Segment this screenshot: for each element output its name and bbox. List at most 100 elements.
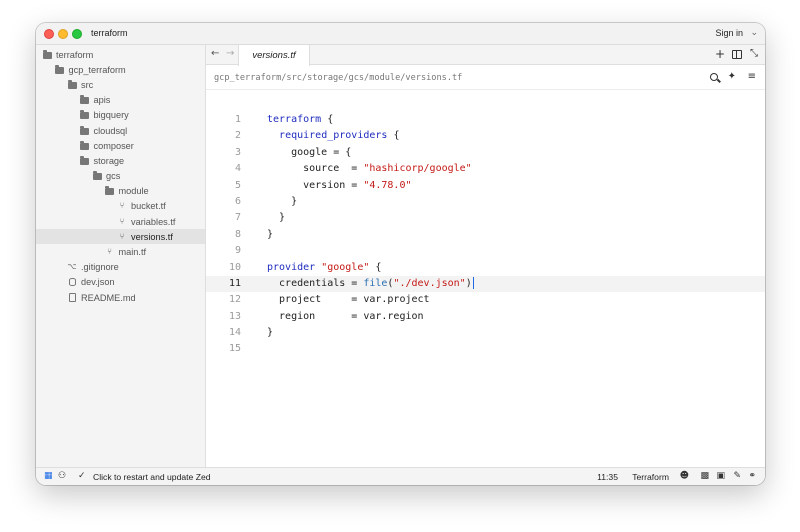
zoom-window-button[interactable] bbox=[72, 29, 82, 39]
code-token: "./dev.json" bbox=[393, 277, 466, 289]
code-token: terraform bbox=[267, 114, 322, 125]
line-number: 8 bbox=[234, 228, 241, 240]
code-line[interactable]: 3 google = { bbox=[206, 145, 765, 161]
code-text: google = { bbox=[267, 145, 351, 161]
sidebar-item-versions-tf[interactable]: ⑂ versions.tf bbox=[36, 229, 205, 245]
code-line[interactable]: 11 credentials = file("./dev.json") bbox=[206, 275, 765, 293]
code-text: } bbox=[267, 227, 273, 243]
close-window-button[interactable] bbox=[44, 29, 54, 39]
cursor-position[interactable]: 11:35 bbox=[597, 473, 618, 482]
sidebar-item-bucket-tf[interactable]: ⑂ bucket.tf bbox=[36, 199, 205, 214]
update-message[interactable]: Click to restart and update Zed bbox=[93, 473, 211, 482]
sidebar-item-label: storage bbox=[93, 155, 125, 166]
sidebar-item-label: gcp_terraform bbox=[68, 64, 126, 75]
split-pane-icon[interactable] bbox=[732, 50, 742, 59]
sidebar-item-label: composer bbox=[93, 140, 134, 151]
terminal-icon[interactable]: ▩ bbox=[700, 472, 709, 481]
sidebar-item-src[interactable]: src bbox=[36, 77, 205, 92]
sidebar-item-gcs[interactable]: gcs bbox=[36, 169, 205, 184]
code-line[interactable]: 14} bbox=[206, 325, 765, 341]
code-token: } bbox=[267, 327, 274, 339]
code-editor[interactable]: 1 terraform {2 required_providers {3 goog… bbox=[206, 112, 765, 358]
arrow-left-icon[interactable]: ← bbox=[211, 49, 219, 59]
code-line[interactable]: 9 bbox=[206, 243, 765, 259]
code-text: required_providers { bbox=[267, 128, 399, 144]
code-token: } bbox=[267, 212, 286, 224]
folder-icon bbox=[80, 95, 90, 105]
code-line[interactable]: 1 terraform { bbox=[206, 112, 765, 128]
project-panel-toggle-icon[interactable]: ▦ bbox=[44, 472, 53, 481]
chevron-down-icon[interactable]: ⌄ bbox=[750, 27, 758, 38]
language-selector[interactable]: Terraform bbox=[632, 473, 669, 482]
code-line[interactable]: 12 project = var.project bbox=[206, 292, 765, 308]
sidebar-item-apis[interactable]: apis bbox=[36, 93, 205, 108]
sidebar-item-main-tf[interactable]: ⑂ main.tf bbox=[36, 244, 205, 259]
line-number: 6 bbox=[234, 195, 241, 207]
sidebar-item-storage[interactable]: storage bbox=[36, 153, 205, 168]
code-line[interactable]: 5 version = "4.78.0" bbox=[206, 178, 765, 194]
chat-icon[interactable]: ✎ bbox=[733, 472, 741, 481]
git-file-icon: ⌥ bbox=[67, 262, 77, 272]
terraform-file-icon: ⑂ bbox=[119, 201, 125, 211]
code-text: } bbox=[267, 210, 285, 226]
line-number: 7 bbox=[234, 212, 241, 224]
expand-icon[interactable]: ⤡ bbox=[750, 49, 758, 59]
sidebar-item-module[interactable]: module bbox=[36, 184, 205, 199]
code-line[interactable]: 13 region = var.region bbox=[206, 309, 765, 325]
notification-icon[interactable]: ⚭ bbox=[748, 472, 756, 481]
folder-icon bbox=[80, 155, 90, 166]
line-number: 2 bbox=[234, 130, 241, 142]
minimize-window-button[interactable] bbox=[58, 29, 68, 39]
sidebar-item-dev-json[interactable]: dev.json bbox=[36, 275, 205, 290]
sidebar-item-variables-tf[interactable]: ⑂ variables.tf bbox=[36, 214, 205, 229]
sidebar-item-label: src bbox=[81, 79, 94, 90]
code-text: terraform { bbox=[267, 112, 333, 128]
folder-icon bbox=[55, 64, 65, 75]
code-line[interactable]: 6 } bbox=[206, 194, 765, 210]
sidebar-item-gcp-terraform[interactable]: gcp_terraform bbox=[36, 62, 205, 77]
terraform-file-icon: ⑂ bbox=[119, 216, 125, 226]
code-line[interactable]: 7 } bbox=[206, 210, 765, 226]
code-line[interactable]: 8} bbox=[206, 227, 765, 243]
code-text: region = var.region bbox=[267, 309, 424, 325]
code-line[interactable]: 4 source = "hashicorp/google" bbox=[206, 161, 765, 177]
arrow-right-icon[interactable]: → bbox=[226, 49, 234, 59]
line-number: 14 bbox=[228, 327, 241, 339]
tab-versions-tf[interactable]: versions.tf bbox=[238, 45, 310, 66]
folder-icon bbox=[67, 79, 77, 90]
sidebar-item-terraform[interactable]: terraform bbox=[36, 47, 205, 62]
diagnostics-icon[interactable]: ▣ bbox=[716, 472, 725, 481]
sidebar-item-readme-md[interactable]: README.md bbox=[36, 290, 205, 305]
sidebar-item-label: apis bbox=[93, 95, 111, 106]
editor-pane: ← → versions.tf + ⤡ gcp_terraform/src/st… bbox=[206, 45, 765, 467]
project-title[interactable]: terraform bbox=[91, 28, 128, 38]
code-token: project = var.project bbox=[267, 294, 430, 306]
line-number: 11 bbox=[228, 277, 241, 289]
tab-bar: ← → versions.tf + ⤡ bbox=[206, 45, 765, 66]
project-panel: terraform gcp_terraformsrc apis bigquery clo… bbox=[36, 45, 206, 467]
sidebar-item-bigquery[interactable]: bigquery bbox=[36, 108, 205, 123]
sidebar-item-composer[interactable]: composer bbox=[36, 138, 205, 153]
code-text: } bbox=[267, 325, 273, 341]
document-file-icon bbox=[67, 293, 77, 303]
sliders-icon[interactable]: ≡ bbox=[748, 72, 756, 82]
sidebar-item-gitignore[interactable]: ⌥ .gitignore bbox=[36, 260, 205, 275]
code-line[interactable]: 10 provider "google" { bbox=[206, 260, 765, 276]
sidebar-item-cloudsql[interactable]: cloudsql bbox=[36, 123, 205, 138]
sparkle-icon[interactable]: ✦ bbox=[728, 72, 736, 82]
code-token: "google" bbox=[321, 261, 370, 273]
code-token: { bbox=[321, 114, 334, 125]
folder-icon bbox=[80, 140, 90, 151]
collab-icon[interactable]: ⚇ bbox=[58, 472, 66, 481]
breadcrumb[interactable]: gcp_terraform/src/storage/gcs/module/ver… bbox=[214, 73, 462, 83]
sidebar-item-label: cloudsql bbox=[93, 125, 128, 136]
copilot-icon[interactable]: ☻ bbox=[680, 472, 689, 481]
search-icon[interactable] bbox=[710, 73, 718, 81]
sign-in-button[interactable]: Sign in bbox=[715, 28, 743, 38]
code-line[interactable]: 15 bbox=[206, 341, 765, 357]
plus-icon[interactable]: + bbox=[715, 48, 725, 60]
code-line[interactable]: 2 required_providers { bbox=[206, 128, 765, 144]
code-token: "hashicorp/google" bbox=[363, 163, 472, 175]
code-token: required_providers bbox=[279, 130, 388, 142]
